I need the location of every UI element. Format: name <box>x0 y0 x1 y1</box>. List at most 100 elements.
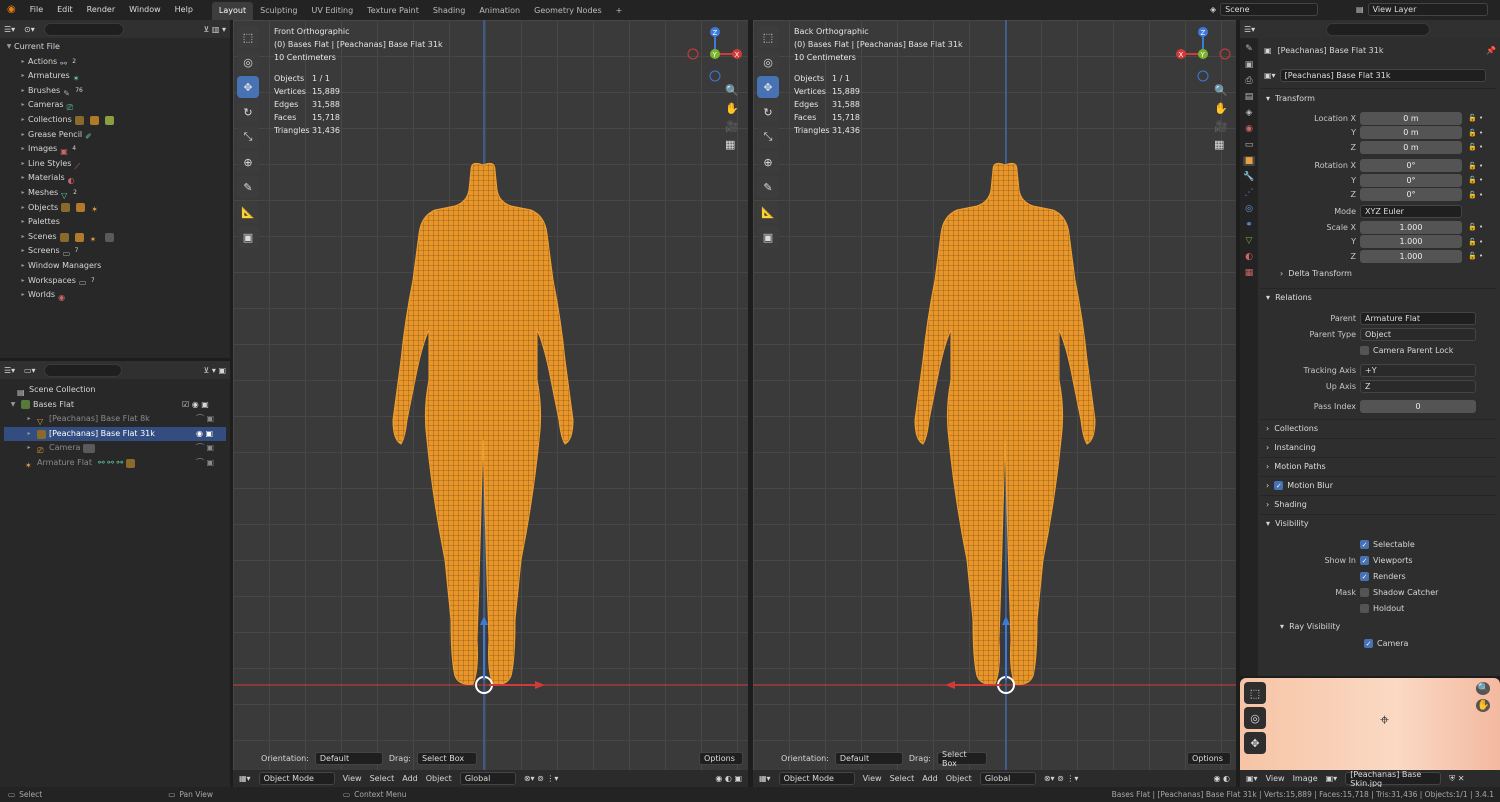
pan-hand-icon[interactable]: ✋ <box>725 102 739 115</box>
annotate-tool-icon[interactable]: ✎ <box>757 176 779 198</box>
viewport-front[interactable]: Front Orthographic (0) Bases Flat | [Pea… <box>233 20 748 770</box>
parent-type-dropdown[interactable]: Object <box>1360 328 1476 341</box>
measure-tool-icon[interactable]: 📐 <box>237 201 259 223</box>
menu-object[interactable]: Object <box>946 774 972 783</box>
tool-tab-icon[interactable]: ✎ <box>1245 44 1253 54</box>
collection-row[interactable]: ▼ Bases Flat ☑ ◉ ▣ <box>4 398 226 413</box>
list-item[interactable]: ▸ Line Styles ⟋ <box>4 157 226 172</box>
list-item[interactable]: ▸ Scenes ✶ <box>4 230 226 245</box>
filter-icon[interactable]: ⊻ ▥ ▾ <box>203 25 226 34</box>
display-mode-icon[interactable]: ▭▾ <box>24 366 44 375</box>
rotation-x-field[interactable]: 0° <box>1360 159 1462 173</box>
transform-tool-icon[interactable]: ⊕ <box>237 151 259 173</box>
move-tool-icon[interactable]: ✥ <box>757 76 779 98</box>
scene-tab-icon[interactable]: ◈ <box>1246 108 1253 118</box>
snap-icons[interactable]: ⊗▾ ⊚ ⋮▾ <box>1044 774 1079 783</box>
collections-section[interactable]: › Collections <box>1260 418 1496 438</box>
navigation-gizmo[interactable]: Z X Y <box>1175 26 1231 82</box>
editor-type-icon[interactable]: ☰▾ <box>1244 25 1266 34</box>
holdout-checkbox[interactable] <box>1360 604 1369 613</box>
ortho-grid-icon[interactable]: ▦ <box>725 138 739 151</box>
menu-view[interactable]: View <box>1266 774 1285 783</box>
outliner-search-input[interactable] <box>44 363 122 377</box>
list-item[interactable]: ▸ Meshes ▽ 2 <box>4 186 226 201</box>
outliner-search-input[interactable] <box>44 22 124 36</box>
move-tool-icon[interactable]: ✥ <box>237 76 259 98</box>
visibility-section[interactable]: ▾ Visibility <box>1260 513 1496 533</box>
drag-dropdown[interactable]: Select Box <box>416 752 477 765</box>
select-tool-icon[interactable]: ⬚ <box>1244 682 1266 704</box>
transform-tool-icon[interactable]: ⊕ <box>757 151 779 173</box>
instancing-section[interactable]: › Instancing <box>1260 437 1496 457</box>
constraints-tab-icon[interactable]: ⚭ <box>1245 220 1253 230</box>
list-item[interactable]: ▸ Materials ◐ <box>4 171 226 186</box>
editor-type-icon[interactable]: ▦▾ <box>239 774 251 783</box>
move-tool-icon[interactable]: ✥ <box>1244 732 1266 754</box>
menu-file[interactable]: File <box>23 0 50 20</box>
add-workspace-icon[interactable]: + <box>609 2 630 20</box>
output-tab-icon[interactable]: ⎙ <box>1245 76 1252 86</box>
orientation-dropdown[interactable]: Default <box>314 752 383 765</box>
selectable-checkbox[interactable]: ✓ <box>1360 540 1369 549</box>
rotation-mode-dropdown[interactable]: XYZ Euler <box>1360 204 1462 218</box>
measure-tool-icon[interactable]: 📐 <box>757 201 779 223</box>
cursor-tool-icon[interactable]: ◎ <box>237 51 259 73</box>
scale-tool-icon[interactable]: ⤡ <box>757 126 779 148</box>
scene-name[interactable]: Scene <box>1220 3 1319 16</box>
tab-uv-editing[interactable]: UV Editing <box>304 2 360 20</box>
transform-orientation-dropdown[interactable]: Global <box>459 772 516 785</box>
ray-visibility-subpanel[interactable]: ▾ Ray Visibility <box>1260 617 1496 637</box>
rotation-z-field[interactable]: 0° <box>1360 188 1462 202</box>
menu-image[interactable]: Image <box>1293 774 1318 783</box>
list-item[interactable]: ▸ Cameras ⎚ <box>4 98 226 113</box>
options-dropdown[interactable]: Options <box>699 752 743 765</box>
display-mode-icon[interactable]: ⊙▾ <box>24 25 44 34</box>
select-box-tool-icon[interactable]: ⬚ <box>757 26 779 48</box>
scale-z-field[interactable]: 1.000 <box>1360 249 1462 263</box>
parent-field[interactable]: Armature Flat <box>1360 312 1476 325</box>
tab-sculpting[interactable]: Sculpting <box>253 2 304 20</box>
menu-window[interactable]: Window <box>122 0 168 20</box>
table-row-selected[interactable]: ▸ [Peachanas] Base Flat 31k ◉ ▣ <box>4 426 226 442</box>
relations-section[interactable]: ▾ Relations <box>1260 287 1496 307</box>
blender-logo-icon[interactable]: ◉ <box>0 0 23 20</box>
transform-section[interactable]: ▾ Transform <box>1260 88 1496 107</box>
mode-dropdown[interactable]: Object Mode <box>778 772 855 785</box>
tab-shading[interactable]: Shading <box>426 2 473 20</box>
annotate-tool-icon[interactable]: ✎ <box>237 176 259 198</box>
rotation-y-field[interactable]: 0° <box>1360 173 1462 187</box>
pin-icon[interactable]: 📌 <box>1486 46 1496 55</box>
list-item[interactable]: ▸ Grease Pencil ✐ <box>4 128 226 143</box>
datablock-icon[interactable]: ▣▾ <box>1264 71 1276 80</box>
renders-checkbox[interactable]: ✓ <box>1360 572 1369 581</box>
shading-icons[interactable]: ◉ ◐ <box>1213 774 1230 783</box>
editor-type-icon[interactable]: ▣▾ <box>1246 774 1258 783</box>
data-tab-icon[interactable]: ▽ <box>1246 236 1253 246</box>
motion-paths-section[interactable]: › Motion Paths <box>1260 456 1496 476</box>
scale-x-field[interactable]: 1.000 <box>1360 220 1462 234</box>
list-item[interactable]: ▸ Brushes ✎ 76 <box>4 84 226 99</box>
navigation-gizmo[interactable]: Z X Y <box>687 26 743 82</box>
scale-y-field[interactable]: 1.000 <box>1360 235 1462 249</box>
scene-selector[interactable]: ◈ Scene <box>1210 2 1319 17</box>
image-name-field[interactable]: [Peachanas] Base Skin.jpg <box>1345 770 1442 788</box>
table-row[interactable]: ▸ ⎚ Camera ⌒ ▣ <box>4 441 226 456</box>
shading-section[interactable]: › Shading <box>1260 494 1496 514</box>
rotate-tool-icon[interactable]: ↻ <box>237 101 259 123</box>
shadow-catcher-checkbox[interactable] <box>1360 588 1369 597</box>
menu-view[interactable]: View <box>343 774 362 783</box>
list-item[interactable]: ▸ Worlds ◉ <box>4 288 226 303</box>
orientation-dropdown[interactable]: Default <box>834 752 903 765</box>
scene-collection-row[interactable]: ▤ Scene Collection <box>4 383 226 398</box>
camera-view-icon[interactable]: 🎥 <box>1214 120 1228 133</box>
editor-type-icon[interactable]: ☰▾ <box>4 366 24 375</box>
physics-tab-icon[interactable]: ◎ <box>1245 204 1253 214</box>
tab-layout[interactable]: Layout <box>211 2 254 20</box>
image-actions-icon[interactable]: ⛨ ✕ <box>1449 774 1464 784</box>
collection-tab-icon[interactable]: ▭ <box>1245 140 1254 150</box>
list-item[interactable]: ▸ Armatures ✶ <box>4 69 226 84</box>
menu-help[interactable]: Help <box>168 0 200 20</box>
table-row[interactable]: ✶ Armature Flat ⚯ ⚯ ⚯ ⌒ ▣ <box>4 456 226 471</box>
snap-icons[interactable]: ⊗▾ ⊚ ⋮▾ <box>524 774 559 783</box>
viewport-back[interactable]: Back Orthographic (0) Bases Flat | [Peac… <box>753 20 1236 770</box>
